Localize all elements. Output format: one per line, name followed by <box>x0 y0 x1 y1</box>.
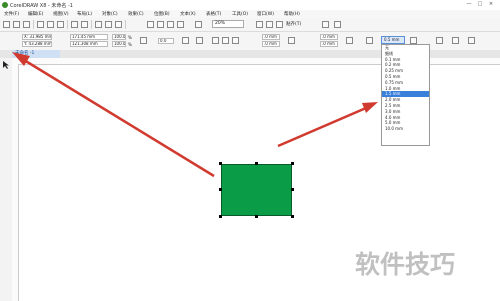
arrow-to-dropdown <box>277 106 367 148</box>
arrow-to-pick-tool-head <box>12 52 30 66</box>
arrow-to-dropdown-head <box>362 102 378 113</box>
watermark-text: 软件技巧 <box>355 250 456 279</box>
arrow-to-pick-tool <box>23 58 215 178</box>
